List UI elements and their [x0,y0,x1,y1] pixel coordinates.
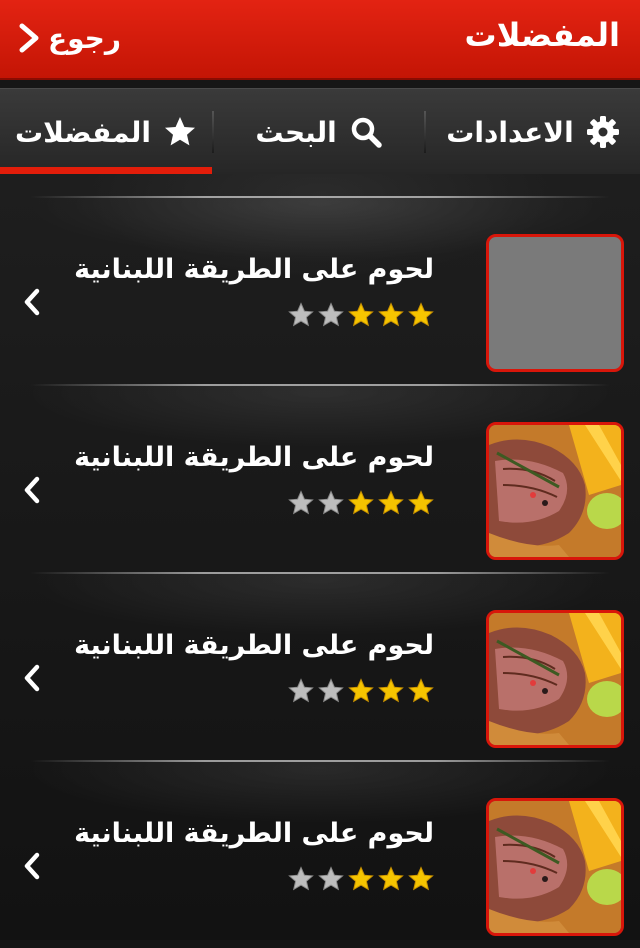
star-filled-icon [408,678,434,703]
gear-icon [586,116,619,148]
chevron-right-icon [19,23,39,53]
item-thumbnail [486,798,624,936]
star-empty-icon [318,490,344,515]
tab-search-label: البحث [255,115,337,149]
tab-favorites-label: المفضلات [14,115,152,149]
page-title: المفضلات [464,16,620,54]
rating [288,302,434,328]
item-thumbnail [486,422,624,560]
star-filled-icon [348,866,374,891]
divider [30,196,610,198]
list-item[interactable]: لحوم على الطريقة اللبنانية [0,384,640,572]
star-empty-icon [318,678,344,703]
star-empty-icon [318,302,344,327]
list-item[interactable]: لحوم على الطريقة اللبنانية [0,572,640,760]
star-filled-icon [348,678,374,703]
star-filled-icon [408,302,434,327]
divider [30,384,610,386]
steak-photo-image [489,801,621,933]
back-button[interactable]: رجوع [18,18,121,58]
chevron-left-icon[interactable] [22,662,42,694]
divider [30,760,610,762]
star-filled-icon [348,490,374,515]
chevron-left-icon[interactable] [22,474,42,506]
rating [288,678,434,704]
item-title: لحوم على الطريقة اللبنانية [74,442,434,473]
search-icon [351,117,382,148]
rating [288,866,434,892]
item-title: لحوم على الطريقة اللبنانية [74,818,434,849]
item-title: لحوم على الطريقة اللبنانية [74,630,434,661]
steak-photo-image [489,425,621,557]
divider [30,572,610,574]
item-thumbnail-placeholder [486,234,624,372]
star-empty-icon [288,302,314,327]
star-filled-icon [408,490,434,515]
tab-bar: المفضلات البحث الاعدادات [0,88,640,175]
list-item[interactable]: لحوم على الطريقة اللبنانية [0,196,640,384]
chevron-left-icon[interactable] [22,286,42,318]
chevron-left-icon[interactable] [22,850,42,882]
top-bar: المفضلات رجوع [0,0,640,80]
star-empty-icon [288,866,314,891]
star-filled-icon [378,866,404,891]
steak-photo-image [489,613,621,745]
star-filled-icon [408,866,434,891]
item-thumbnail [486,610,624,748]
tab-search[interactable]: البحث [212,89,426,175]
star-empty-icon [288,490,314,515]
tab-settings[interactable]: الاعدادات [426,89,640,175]
star-filled-icon [378,678,404,703]
star-filled-icon [378,490,404,515]
tab-settings-label: الاعدادات [446,115,574,149]
star-empty-icon [288,678,314,703]
rating [288,490,434,516]
tab-divider [212,111,214,153]
back-label: رجوع [48,21,121,55]
star-filled-icon [378,302,404,327]
star-icon [165,117,196,146]
star-filled-icon [348,302,374,327]
star-empty-icon [318,866,344,891]
item-title: لحوم على الطريقة اللبنانية [74,254,434,285]
tab-favorites[interactable]: المفضلات [0,89,212,175]
favorites-list: لحوم على الطريقة اللبنانية لحوم على الطر… [0,174,640,948]
list-item[interactable]: لحوم على الطريقة اللبنانية [0,760,640,948]
